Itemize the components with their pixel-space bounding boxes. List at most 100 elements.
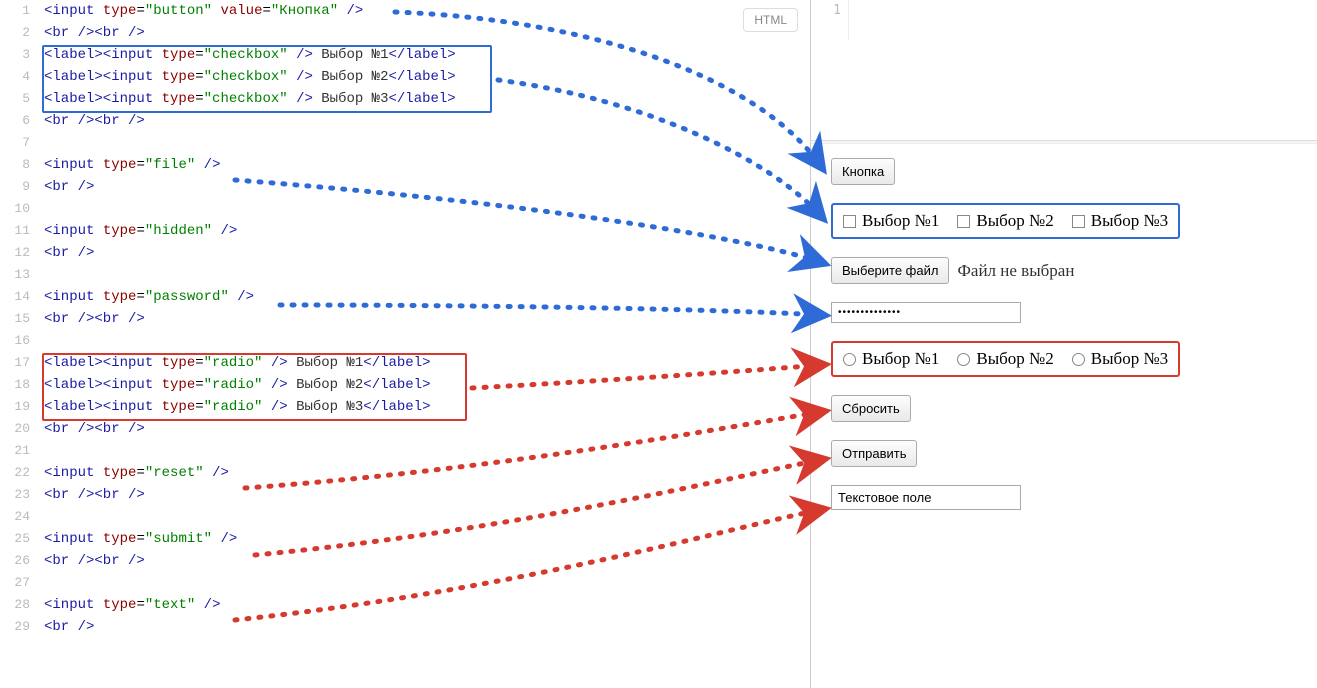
- code-text[interactable]: <label><input type="checkbox" /> Выбор №…: [38, 88, 456, 110]
- code-line[interactable]: 26<br /><br />: [0, 550, 810, 572]
- code-text[interactable]: <br /><br />: [38, 110, 145, 132]
- code-text[interactable]: <br /><br />: [38, 308, 145, 330]
- line-number: 7: [0, 132, 38, 154]
- code-text[interactable]: [38, 330, 44, 352]
- line-number: 20: [0, 418, 38, 440]
- line-number: 5: [0, 88, 38, 110]
- code-text[interactable]: <input type="submit" />: [38, 528, 237, 550]
- file-choose-button[interactable]: Выберите файл: [831, 257, 949, 284]
- code-text[interactable]: [38, 440, 44, 462]
- checkbox-icon[interactable]: [843, 215, 856, 228]
- code-line[interactable]: 18<label><input type="radio" /> Выбор №2…: [0, 374, 810, 396]
- password-input[interactable]: ••••••••••••••: [831, 302, 1021, 323]
- radio-icon[interactable]: [957, 353, 970, 366]
- radio-group: Выбор №1 Выбор №2 Выбор №3: [831, 341, 1180, 377]
- radio-2[interactable]: Выбор №2: [957, 349, 1053, 369]
- line-number: 17: [0, 352, 38, 374]
- code-line[interactable]: 12<br />: [0, 242, 810, 264]
- code-line[interactable]: 29<br />: [0, 616, 810, 638]
- code-text[interactable]: <br /><br />: [38, 22, 145, 44]
- text-input[interactable]: Текстовое поле: [831, 485, 1021, 510]
- line-number: 9: [0, 176, 38, 198]
- code-text[interactable]: <br />: [38, 176, 94, 198]
- radio-icon[interactable]: [843, 353, 856, 366]
- html-language-badge: HTML: [743, 8, 798, 32]
- preview-line-number: 1: [811, 0, 849, 22]
- checkbox-icon[interactable]: [1072, 215, 1085, 228]
- code-text[interactable]: <br />: [38, 616, 94, 638]
- code-line[interactable]: 22<input type="reset" />: [0, 462, 810, 484]
- line-number: 16: [0, 330, 38, 352]
- code-line[interactable]: 5<label><input type="checkbox" /> Выбор …: [0, 88, 810, 110]
- checkbox-group: Выбор №1 Выбор №2 Выбор №3: [831, 203, 1180, 239]
- code-line[interactable]: 9<br />: [0, 176, 810, 198]
- code-line[interactable]: 28<input type="text" />: [0, 594, 810, 616]
- code-text[interactable]: <label><input type="radio" /> Выбор №1</…: [38, 352, 431, 374]
- code-text[interactable]: [38, 572, 44, 594]
- checkbox-icon[interactable]: [957, 215, 970, 228]
- checkbox-1[interactable]: Выбор №1: [843, 211, 939, 231]
- code-line[interactable]: 8<input type="file" />: [0, 154, 810, 176]
- code-line[interactable]: 10: [0, 198, 810, 220]
- code-line[interactable]: 13: [0, 264, 810, 286]
- code-line[interactable]: 16: [0, 330, 810, 352]
- code-line[interactable]: 2<br /><br />: [0, 22, 810, 44]
- code-line[interactable]: 4<label><input type="checkbox" /> Выбор …: [0, 66, 810, 88]
- line-number: 11: [0, 220, 38, 242]
- line-number: 6: [0, 110, 38, 132]
- code-line[interactable]: 11<input type="hidden" />: [0, 220, 810, 242]
- line-number: 25: [0, 528, 38, 550]
- line-number: 4: [0, 66, 38, 88]
- checkbox-label: Выбор №1: [862, 211, 939, 231]
- radio-icon[interactable]: [1072, 353, 1085, 366]
- line-number: 26: [0, 550, 38, 572]
- code-line[interactable]: 20<br /><br />: [0, 418, 810, 440]
- radio-3[interactable]: Выбор №3: [1072, 349, 1168, 369]
- code-line[interactable]: 1<input type="button" value="Кнопка" />: [0, 0, 810, 22]
- code-text[interactable]: <input type="password" />: [38, 286, 254, 308]
- reset-button[interactable]: Сбросить: [831, 395, 911, 422]
- preview-divider: [811, 140, 1317, 144]
- code-text[interactable]: [38, 132, 44, 154]
- code-line[interactable]: 21: [0, 440, 810, 462]
- code-text[interactable]: <input type="hidden" />: [38, 220, 237, 242]
- radio-label: Выбор №1: [862, 349, 939, 369]
- code-line[interactable]: 7: [0, 132, 810, 154]
- radio-1[interactable]: Выбор №1: [843, 349, 939, 369]
- code-text[interactable]: <input type="button" value="Кнопка" />: [38, 0, 363, 22]
- code-line[interactable]: 23<br /><br />: [0, 484, 810, 506]
- code-text[interactable]: [38, 198, 44, 220]
- code-text[interactable]: <br /><br />: [38, 550, 145, 572]
- code-text[interactable]: <label><input type="checkbox" /> Выбор №…: [38, 44, 456, 66]
- code-line[interactable]: 17<label><input type="radio" /> Выбор №1…: [0, 352, 810, 374]
- code-text[interactable]: [38, 264, 44, 286]
- code-line[interactable]: 14<input type="password" />: [0, 286, 810, 308]
- code-line[interactable]: 6<br /><br />: [0, 110, 810, 132]
- submit-button[interactable]: Отправить: [831, 440, 917, 467]
- line-number: 8: [0, 154, 38, 176]
- checkbox-3[interactable]: Выбор №3: [1072, 211, 1168, 231]
- code-text[interactable]: <label><input type="radio" /> Выбор №2</…: [38, 374, 431, 396]
- code-text[interactable]: [38, 506, 44, 528]
- checkbox-label: Выбор №2: [976, 211, 1053, 231]
- checkbox-2[interactable]: Выбор №2: [957, 211, 1053, 231]
- line-number: 12: [0, 242, 38, 264]
- code-text[interactable]: <br /><br />: [38, 484, 145, 506]
- code-line[interactable]: 24: [0, 506, 810, 528]
- code-line[interactable]: 15<br /><br />: [0, 308, 810, 330]
- code-text[interactable]: <input type="file" />: [38, 154, 220, 176]
- code-text[interactable]: <input type="reset" />: [38, 462, 229, 484]
- code-text[interactable]: <label><input type="radio" /> Выбор №3</…: [38, 396, 431, 418]
- code-line[interactable]: 27: [0, 572, 810, 594]
- code-editor-panel[interactable]: HTML 1<input type="button" value="Кнопка…: [0, 0, 811, 688]
- code-text[interactable]: <label><input type="checkbox" /> Выбор №…: [38, 66, 456, 88]
- code-text[interactable]: <input type="text" />: [38, 594, 220, 616]
- code-line[interactable]: 25<input type="submit" />: [0, 528, 810, 550]
- code-line[interactable]: 3<label><input type="checkbox" /> Выбор …: [0, 44, 810, 66]
- button-input[interactable]: Кнопка: [831, 158, 895, 185]
- line-number: 14: [0, 286, 38, 308]
- code-line[interactable]: 19<label><input type="radio" /> Выбор №3…: [0, 396, 810, 418]
- code-text[interactable]: <br />: [38, 242, 94, 264]
- line-number: 19: [0, 396, 38, 418]
- code-text[interactable]: <br /><br />: [38, 418, 145, 440]
